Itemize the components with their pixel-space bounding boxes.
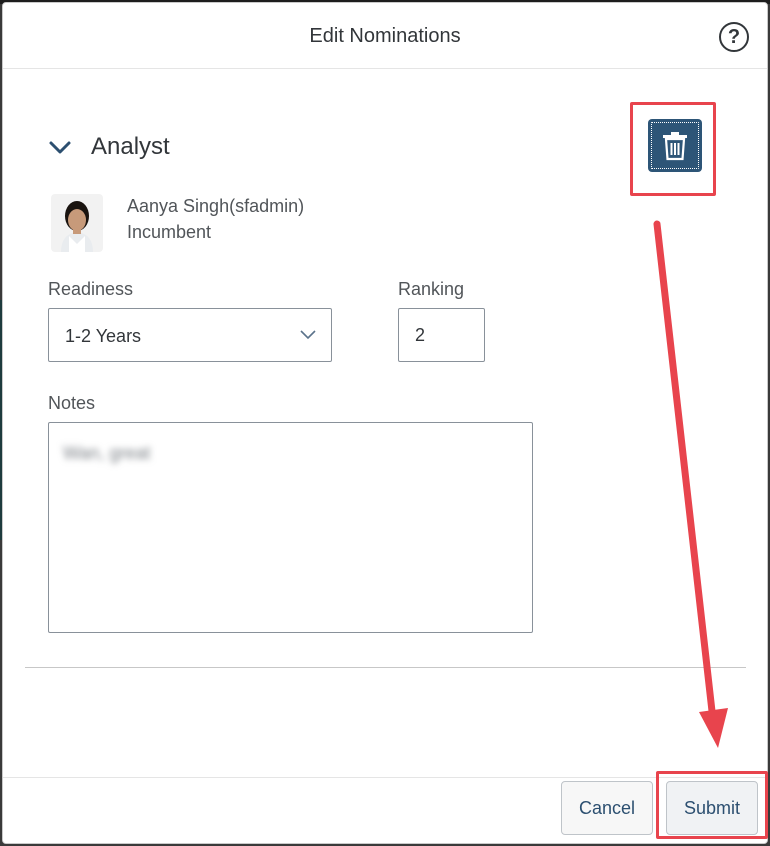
- chevron-down-icon[interactable]: [47, 135, 73, 159]
- person-role: Incumbent: [127, 222, 212, 242]
- person-name: Aanya Singh(sfadmin): [127, 196, 305, 216]
- dialog-header: Edit Nominations ?: [3, 3, 767, 69]
- question-circle-icon[interactable]: ?: [719, 22, 749, 52]
- readiness-select[interactable]: 1-2 Years: [48, 308, 332, 362]
- ranking-input[interactable]: [398, 308, 485, 362]
- notes-textarea[interactable]: Wan, great: [48, 422, 533, 633]
- trash-icon: [663, 131, 687, 160]
- delete-nomination-button[interactable]: [648, 119, 702, 172]
- avatar: [51, 194, 103, 252]
- submit-annotation-box: [656, 771, 768, 839]
- readiness-label: Readiness: [48, 279, 134, 299]
- ranking-label: Ranking: [398, 279, 465, 299]
- notes-label: Notes: [48, 393, 96, 413]
- notes-value: Wan, great: [63, 443, 151, 463]
- position-title: Analyst: [91, 133, 170, 160]
- readiness-value: 1-2 Years: [65, 326, 142, 346]
- chevron-down-icon: [300, 330, 316, 340]
- section-divider: [25, 667, 746, 668]
- dialog-title: Edit Nominations: [309, 25, 461, 47]
- cancel-button[interactable]: Cancel: [561, 781, 653, 835]
- edit-nominations-dialog: Edit Nominations ? Analyst Aanya Singh(s…: [2, 2, 768, 844]
